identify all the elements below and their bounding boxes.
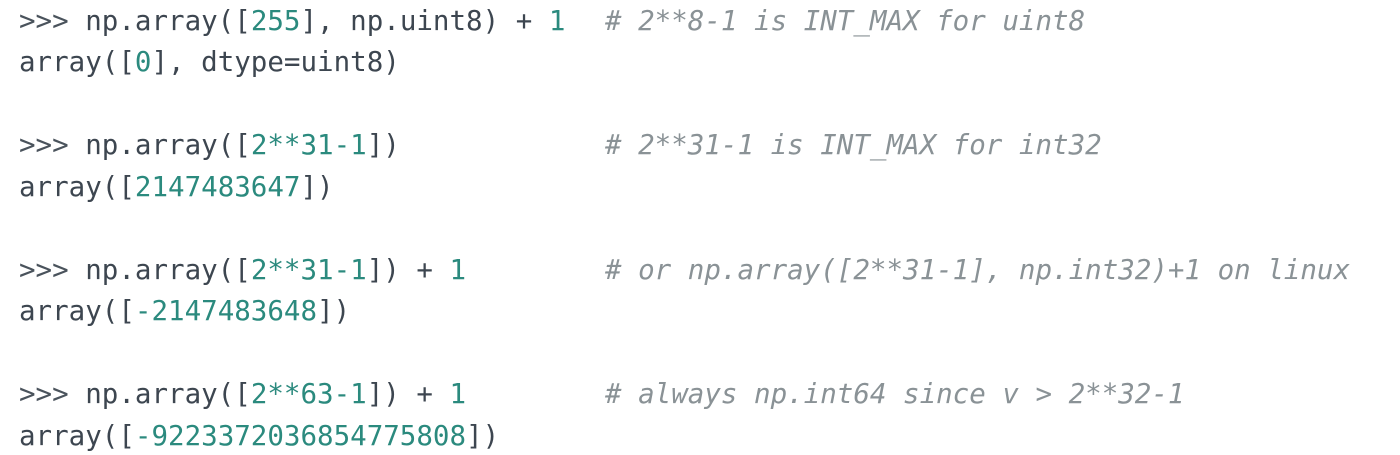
input-line: >>> np.array([2**31-1]) + 1 bbox=[19, 253, 466, 287]
code-text: array([ bbox=[19, 295, 135, 327]
code-text: ]) + bbox=[366, 254, 450, 286]
numeric-literal: -2147483648 bbox=[134, 295, 318, 327]
code-comment: # 2**8-1 is INT_MAX for uint8 bbox=[605, 5, 1086, 37]
code-text: array([ bbox=[19, 46, 135, 78]
code-text: np.array([ bbox=[85, 5, 251, 37]
output-line: array([-2147483648]) bbox=[19, 294, 350, 328]
code-text: ]) bbox=[317, 295, 351, 327]
code-comment: # always np.int64 since v > 2**32-1 bbox=[605, 378, 1185, 410]
prompt-symbol: >>> bbox=[19, 5, 86, 37]
numeric-literal: 1 bbox=[449, 254, 467, 286]
numeric-literal: 255 bbox=[250, 5, 301, 37]
numeric-literal: 2**63-1 bbox=[250, 378, 367, 410]
code-snippet: >>> np.array([255], np.uint8) + 1 # 2**8… bbox=[0, 0, 1400, 455]
code-text: ], dtype=uint8) bbox=[151, 46, 400, 78]
output-line: array([2147483647]) bbox=[19, 170, 334, 204]
numeric-literal: 1 bbox=[449, 378, 467, 410]
numeric-literal: -9223372036854775808 bbox=[134, 420, 467, 452]
output-line: array([0], dtype=uint8) bbox=[19, 45, 400, 79]
code-text: ]) + bbox=[366, 378, 450, 410]
code-text: np.array([ bbox=[85, 378, 251, 410]
output-line: array([-9223372036854775808]) bbox=[19, 419, 499, 453]
code-text: array([ bbox=[19, 420, 135, 452]
numeric-literal: 2**31-1 bbox=[250, 129, 367, 161]
input-line: >>> np.array([255], np.uint8) + 1 bbox=[19, 4, 565, 38]
code-comment: # 2**31-1 is INT_MAX for int32 bbox=[605, 129, 1102, 161]
input-line: >>> np.array([2**31-1]) bbox=[19, 128, 400, 162]
code-text: np.array([ bbox=[85, 129, 251, 161]
prompt-symbol: >>> bbox=[19, 129, 86, 161]
code-text: ], np.uint8) + bbox=[300, 5, 549, 37]
input-line: >>> np.array([2**63-1]) + 1 bbox=[19, 377, 466, 411]
numeric-literal: 1 bbox=[548, 5, 566, 37]
code-text: ]) bbox=[300, 171, 334, 203]
prompt-symbol: >>> bbox=[19, 378, 86, 410]
code-text: ]) bbox=[366, 129, 400, 161]
code-text: array([ bbox=[19, 171, 135, 203]
numeric-literal: 2147483647 bbox=[134, 171, 301, 203]
prompt-symbol: >>> bbox=[19, 254, 86, 286]
numeric-literal: 2**31-1 bbox=[250, 254, 367, 286]
numeric-literal: 0 bbox=[134, 46, 152, 78]
code-comment: # or np.array([2**31-1], np.int32)+1 on … bbox=[605, 254, 1351, 286]
code-text: np.array([ bbox=[85, 254, 251, 286]
code-text: ]) bbox=[466, 420, 500, 452]
